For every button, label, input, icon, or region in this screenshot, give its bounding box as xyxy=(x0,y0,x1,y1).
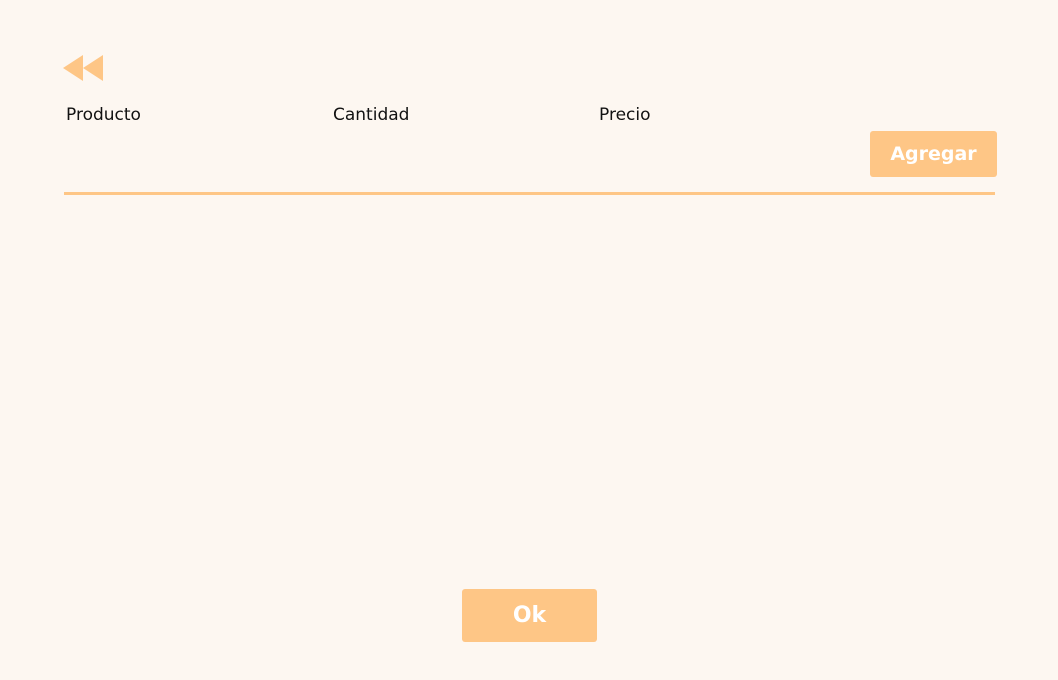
header-divider xyxy=(64,192,995,195)
ok-button[interactable]: Ok xyxy=(462,589,597,642)
column-header-producto: Producto xyxy=(66,105,141,125)
add-button[interactable]: Agregar xyxy=(870,131,997,177)
items-list xyxy=(64,200,995,570)
column-header-cantidad: Cantidad xyxy=(333,105,410,125)
double-chevron-left-icon xyxy=(62,54,106,82)
back-button[interactable] xyxy=(62,54,106,82)
column-header-precio: Precio xyxy=(599,105,651,125)
